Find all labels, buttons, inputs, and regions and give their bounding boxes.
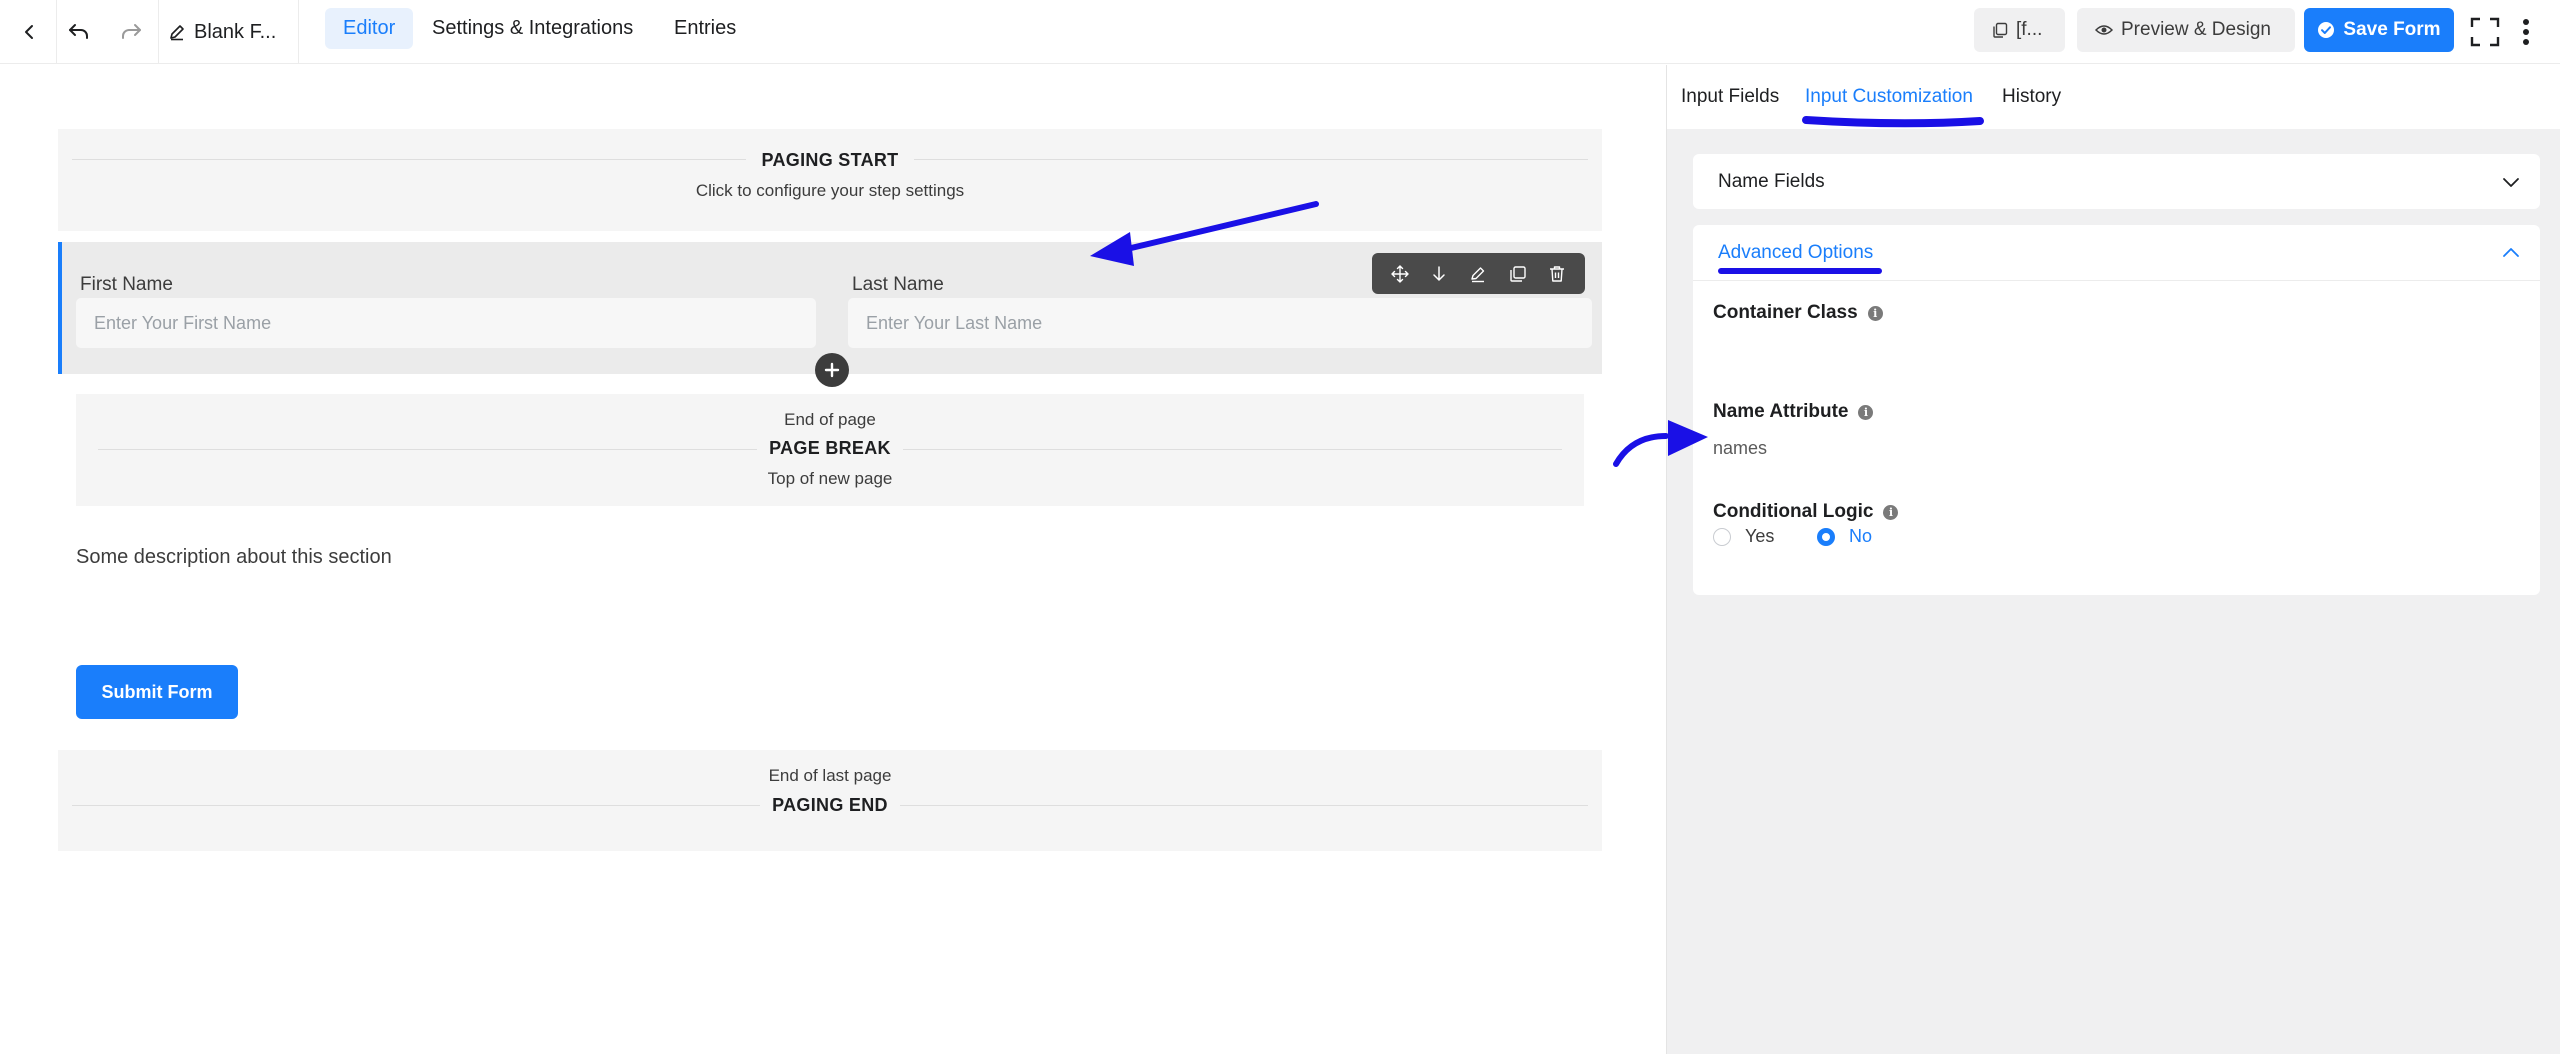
- chevron-down-icon: [2503, 177, 2519, 187]
- more-vertical-icon[interactable]: [2514, 0, 2538, 64]
- last-name-placeholder: Enter Your Last Name: [866, 312, 1043, 333]
- paging-start-title: PAGING START: [745, 150, 915, 170]
- tab-entries[interactable]: Entries: [656, 8, 754, 49]
- back-icon[interactable]: [12, 0, 46, 64]
- paging-start-block[interactable]: PAGING START Click to configure your ste…: [58, 129, 1602, 231]
- copy-icon: [1993, 22, 2008, 38]
- radio-icon: [1713, 527, 1731, 546]
- page-break-block[interactable]: End of page PAGE BREAK Top of new page: [76, 394, 1584, 506]
- advanced-options-header[interactable]: Advanced Options: [1693, 225, 2540, 281]
- form-title-text: Blank F...: [194, 20, 277, 43]
- add-field-icon[interactable]: [815, 353, 849, 387]
- move-icon[interactable]: [1385, 259, 1415, 289]
- page-break-bottom: Top of new page: [767, 469, 893, 488]
- shortcode-label: [f...: [2016, 19, 2043, 40]
- divider: [56, 0, 57, 64]
- paging-end-title: PAGING END: [760, 795, 900, 815]
- save-form-label: Save Form: [2343, 19, 2441, 40]
- check-circle-icon: [2318, 22, 2335, 38]
- edit-icon: [170, 25, 184, 41]
- name-fields-card[interactable]: Name Fields: [1693, 154, 2540, 209]
- name-attribute-label: Name Attribute: [1713, 401, 1849, 422]
- arrow-down-icon[interactable]: [1424, 259, 1454, 289]
- fullscreen-icon[interactable]: [2468, 0, 2502, 64]
- conditional-logic-yes-label: Yes: [1745, 526, 1775, 546]
- divider: [158, 0, 159, 64]
- first-name-placeholder: Enter Your First Name: [94, 312, 272, 333]
- chevron-up-icon: [2503, 247, 2519, 257]
- sidebar-tabs: Input Fields Input Customization History: [1667, 65, 2560, 129]
- paging-start-subtitle: Click to configure your step settings: [695, 181, 965, 200]
- field-action-toolbar: [1372, 253, 1585, 294]
- edit-icon[interactable]: [1463, 259, 1493, 289]
- paging-end-top: End of last page: [768, 766, 892, 785]
- preview-design-label: Preview & Design: [2121, 19, 2271, 40]
- container-class-label: Container Class: [1713, 302, 1858, 323]
- last-name-label: Last Name: [852, 274, 944, 295]
- name-attribute-input[interactable]: names: [1713, 438, 1767, 459]
- divider: [298, 0, 299, 64]
- advanced-options-label: Advanced Options: [1718, 241, 1874, 263]
- shortcode-button[interactable]: [f...: [1974, 8, 2065, 52]
- tab-history[interactable]: History: [2002, 65, 2061, 129]
- preview-design-button[interactable]: Preview & Design: [2077, 8, 2295, 52]
- conditional-logic-no[interactable]: No: [1817, 526, 1872, 547]
- tab-editor[interactable]: Editor: [325, 8, 414, 49]
- info-icon[interactable]: i: [1867, 305, 1883, 321]
- advanced-options-card: Advanced Options Container Class i Name …: [1693, 225, 2540, 595]
- last-name-input[interactable]: Enter Your Last Name: [848, 298, 1592, 348]
- tab-settings-integrations[interactable]: Settings & Integrations: [414, 8, 651, 49]
- tab-input-customization[interactable]: Input Customization: [1805, 65, 1973, 129]
- conditional-logic-no-label: No: [1849, 526, 1873, 546]
- page-break-top: End of page: [784, 410, 876, 429]
- info-icon[interactable]: i: [1858, 404, 1874, 420]
- first-name-input[interactable]: Enter Your First Name: [76, 298, 816, 348]
- name-fields-label: Name Fields: [1718, 170, 1825, 192]
- redo-icon[interactable]: [114, 0, 148, 64]
- page-break-title: PAGE BREAK: [757, 438, 903, 458]
- radio-selected-icon: [1817, 527, 1835, 546]
- undo-icon[interactable]: [62, 0, 96, 64]
- submit-form-button[interactable]: Submit Form: [76, 665, 238, 719]
- tab-input-fields[interactable]: Input Fields: [1681, 65, 1779, 129]
- conditional-logic-yes[interactable]: Yes: [1713, 526, 1774, 547]
- top-bar: Blank F... Editor Settings & Integration…: [0, 0, 2560, 64]
- conditional-logic-label: Conditional Logic: [1713, 501, 1874, 522]
- container-class-input[interactable]: [1713, 333, 2513, 373]
- annotation-arrow-name-attribute: [1613, 433, 1669, 467]
- info-icon[interactable]: i: [1883, 504, 1899, 520]
- eye-icon: [2095, 25, 2113, 35]
- save-form-button[interactable]: Save Form: [2304, 8, 2454, 52]
- first-name-label: First Name: [80, 274, 173, 295]
- paging-end-block[interactable]: End of last page PAGING END: [58, 750, 1602, 851]
- duplicate-icon[interactable]: [1503, 259, 1533, 289]
- section-description: Some description about this section: [76, 546, 392, 568]
- form-title[interactable]: Blank F...: [168, 0, 276, 64]
- trash-icon[interactable]: [1542, 259, 1572, 289]
